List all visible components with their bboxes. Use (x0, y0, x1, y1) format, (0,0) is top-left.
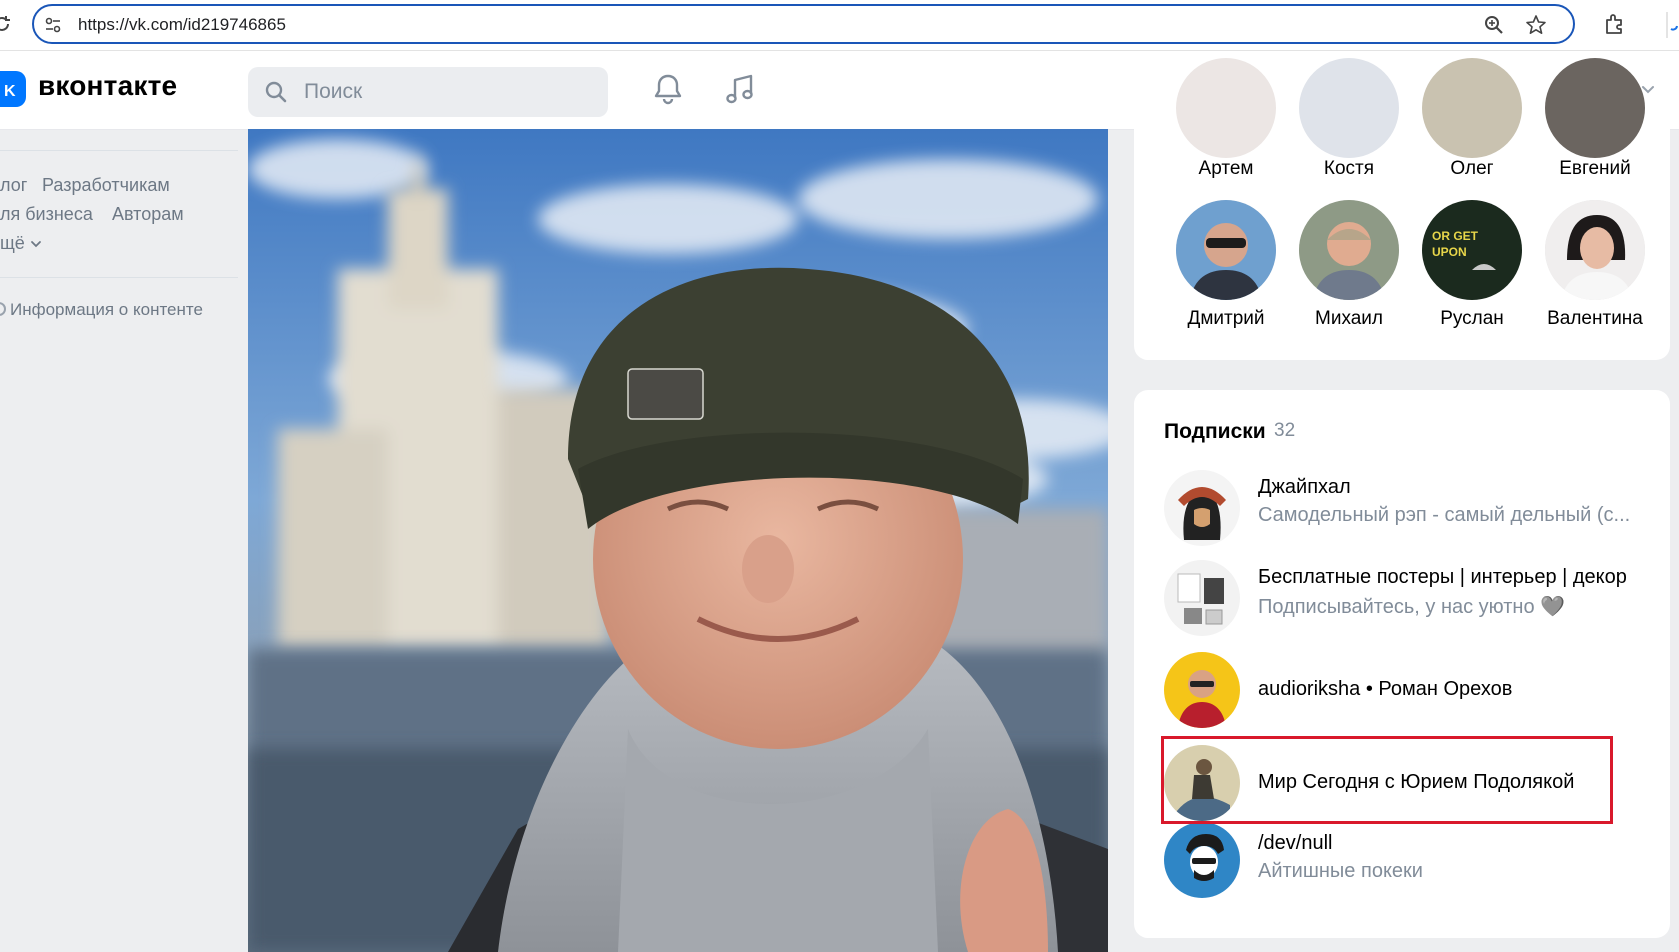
sidebar-link-authors[interactable]: Авторам (112, 204, 184, 225)
friends-card: Артем Костя Олег Евгений OR GET UPON Дми… (1134, 58, 1670, 360)
friend-name[interactable]: Михаил (1289, 308, 1409, 330)
sidebar-link-more[interactable]: щё (0, 233, 25, 254)
svg-text:K: K (4, 83, 16, 100)
friend-avatar[interactable] (1545, 200, 1645, 300)
profile-photo[interactable] (248, 129, 1108, 952)
subscription-avatar[interactable] (1164, 652, 1240, 728)
svg-text:OR GET: OR GET (1432, 229, 1479, 243)
subscription-description: Самодельный рэп - самый дельный (с... (1258, 504, 1631, 526)
sidebar-link-developers[interactable]: Разработчикам (42, 175, 170, 196)
card-top-clip (1134, 100, 1670, 130)
friend-name[interactable]: Евгений (1535, 158, 1655, 180)
subscription-avatar[interactable] (1164, 560, 1240, 636)
reload-icon[interactable] (0, 14, 12, 34)
subscriptions-card: Подписки 32 Джайпхал Самодельный рэп - с… (1134, 390, 1670, 938)
search-icon (265, 81, 287, 103)
friend-item[interactable] (1289, 200, 1409, 300)
subscriptions-count: 32 (1274, 420, 1296, 441)
vk-logo-icon[interactable]: K (0, 71, 26, 107)
search-input[interactable]: Поиск (248, 67, 608, 117)
browser-menu-edge-icon[interactable] (1665, 12, 1679, 38)
friend-name[interactable]: Олег (1412, 158, 1532, 180)
subscription-item[interactable]: Джайпхал Самодельный рэп - самый дельный… (1164, 470, 1644, 550)
music-note-icon[interactable] (722, 71, 758, 107)
friend-avatar[interactable] (1176, 200, 1276, 300)
subscription-name[interactable]: /dev/null (1258, 832, 1333, 855)
subscription-avatar[interactable] (1164, 822, 1240, 898)
sidebar-link-business[interactable]: ля бизнеса (0, 204, 93, 225)
subscription-name[interactable]: audioriksha • Роман Орехов (1258, 678, 1512, 701)
sidebar-link-blog[interactable]: лог (0, 175, 27, 196)
notifications-bell-icon[interactable] (650, 71, 686, 107)
subscription-item[interactable]: Бесплатные постеры | интерьер | декор По… (1164, 560, 1644, 640)
friend-item[interactable] (1535, 200, 1655, 300)
friend-name[interactable]: Костя (1289, 158, 1409, 180)
friend-name[interactable]: Валентина (1535, 308, 1655, 330)
friend-item[interactable]: OR GET UPON (1412, 200, 1532, 300)
subscription-avatar[interactable] (1164, 470, 1240, 546)
friend-name[interactable]: Артем (1166, 158, 1286, 180)
vk-logo-text[interactable]: вконтакте (38, 70, 177, 102)
subscription-description: Айтишные покеки (1258, 860, 1423, 882)
sidebar-divider (0, 277, 238, 278)
subscription-description: Подписывайтесь, у нас уютно 🩶 (1258, 596, 1566, 618)
zoom-icon[interactable] (1483, 14, 1505, 36)
info-icon (0, 302, 6, 316)
highlight-annotation (1161, 736, 1613, 824)
friend-name[interactable]: Дмитрий (1166, 308, 1286, 330)
friend-avatar[interactable]: OR GET UPON (1422, 200, 1522, 300)
address-bar[interactable]: https://vk.com/id219746865 (32, 4, 1575, 44)
friend-name[interactable]: Руслан (1412, 308, 1532, 330)
subscription-item[interactable]: audioriksha • Роман Орехов (1164, 652, 1644, 732)
sidebar-link-content-info[interactable]: Информация о контенте (10, 300, 203, 320)
friend-item[interactable] (1166, 200, 1286, 300)
site-info-icon[interactable] (44, 16, 62, 34)
browser-toolbar: https://vk.com/id219746865 (0, 0, 1679, 51)
search-placeholder: Поиск (304, 80, 363, 103)
friend-avatar[interactable] (1299, 200, 1399, 300)
subscription-item[interactable]: /dev/null Айтишные покеки (1164, 822, 1644, 902)
subscription-name[interactable]: Джайпхал (1258, 476, 1351, 499)
url-text[interactable]: https://vk.com/id219746865 (78, 15, 286, 35)
subscriptions-title[interactable]: Подписки (1164, 420, 1266, 444)
subscription-name[interactable]: Бесплатные постеры | интерьер | декор (1258, 566, 1627, 589)
bookmark-star-icon[interactable] (1525, 14, 1547, 36)
chevron-down-icon[interactable] (30, 238, 42, 250)
svg-text:UPON: UPON (1432, 245, 1467, 259)
sidebar-divider (0, 150, 238, 151)
extensions-icon[interactable] (1603, 12, 1627, 36)
